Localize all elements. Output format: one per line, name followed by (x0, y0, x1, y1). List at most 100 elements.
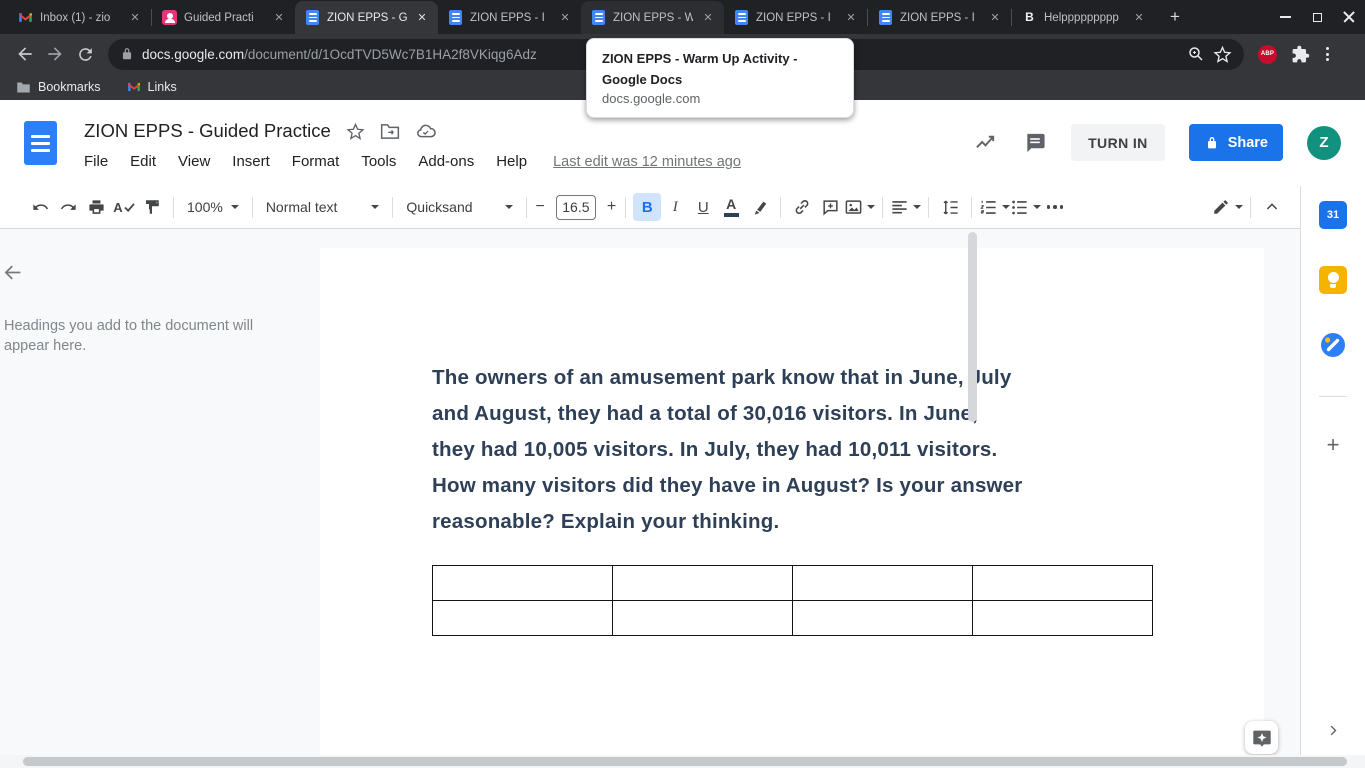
restore-button[interactable] (1301, 0, 1333, 34)
italic-button[interactable]: I (661, 193, 689, 221)
horizontal-scrollbar-thumb[interactable] (23, 757, 1347, 766)
font-value: Quicksand (406, 199, 473, 215)
menu-insert[interactable]: Insert (232, 153, 270, 170)
adblock-extension-icon[interactable]: ABP (1258, 44, 1277, 64)
font-size-value[interactable]: 16.5 (555, 194, 596, 220)
document-paragraph[interactable]: The owners of an amusement park know tha… (432, 360, 1156, 540)
zoom-page-icon[interactable] (1187, 45, 1205, 63)
table-cell[interactable] (792, 600, 973, 636)
minimize-button[interactable] (1269, 0, 1301, 34)
font-select[interactable]: Quicksand (400, 193, 518, 221)
table-cell[interactable] (432, 565, 613, 601)
tasks-icon[interactable] (1319, 331, 1347, 359)
spellcheck-button[interactable]: A (110, 193, 138, 221)
highlight-color-button[interactable] (745, 193, 773, 221)
increase-font-size-button[interactable]: + (605, 198, 618, 216)
zoom-select[interactable]: 100% (181, 193, 245, 221)
table-cell[interactable] (792, 565, 973, 601)
vertical-scrollbar-thumb[interactable] (968, 232, 977, 422)
underline-button[interactable]: U (689, 193, 717, 221)
keep-icon[interactable] (1319, 266, 1347, 294)
turn-in-button[interactable]: TURN IN (1071, 124, 1165, 161)
paragraph-style-select[interactable]: Normal text (260, 193, 386, 221)
collapse-panel-button[interactable] (1326, 723, 1341, 743)
undo-button[interactable] (26, 193, 54, 221)
arrow-left-icon (4, 265, 21, 280)
cloud-saved-icon[interactable] (415, 123, 436, 140)
paragraph-line: reasonable? Explain your thinking. (432, 510, 780, 533)
menu-help[interactable]: Help (496, 153, 527, 170)
tab-guided-practice[interactable]: Guided Practi ✕ (152, 1, 295, 34)
star-doc-icon[interactable] (346, 122, 365, 141)
table-cell[interactable] (612, 565, 793, 601)
tab-close-icon[interactable]: ✕ (843, 10, 859, 26)
print-button[interactable] (82, 193, 110, 221)
calendar-icon[interactable]: 31 (1319, 201, 1347, 229)
doc-title[interactable]: ZION EPPS - Guided Practice (84, 120, 331, 142)
insert-link-button[interactable] (788, 193, 816, 221)
menu-view[interactable]: View (178, 153, 210, 170)
move-folder-icon[interactable] (380, 123, 400, 140)
tab-help[interactable]: B Helppppppppp ✕ (1012, 1, 1155, 34)
bold-button[interactable]: B (633, 193, 662, 221)
tab-close-icon[interactable]: ✕ (414, 10, 430, 26)
tab-zion-epps-4[interactable]: ZION EPPS - I ✕ (724, 1, 867, 34)
menu-addons[interactable]: Add-ons (418, 153, 474, 170)
text-color-button[interactable]: A (717, 193, 745, 221)
redo-button[interactable] (54, 193, 82, 221)
google-docs-logo[interactable] (24, 121, 57, 165)
document-activity-icon[interactable] (972, 131, 999, 154)
table-cell[interactable] (972, 565, 1153, 601)
add-addon-button[interactable]: + (1327, 434, 1340, 456)
tab-close-icon[interactable]: ✕ (271, 10, 287, 26)
tab-close-icon[interactable]: ✕ (1131, 10, 1147, 26)
line-spacing-button[interactable] (936, 193, 964, 221)
numbered-list-button[interactable] (979, 193, 1011, 221)
tab-zion-epps-guided-active[interactable]: ZION EPPS - G ✕ (295, 1, 438, 34)
table-cell[interactable] (432, 600, 613, 636)
decrease-font-size-button[interactable]: − (534, 198, 547, 216)
bulleted-list-button[interactable] (1010, 193, 1042, 221)
tab-zion-epps-5[interactable]: ZION EPPS - I ✕ (868, 1, 1011, 34)
hide-menus-button[interactable] (1258, 193, 1286, 221)
new-tab-button[interactable]: + (1161, 3, 1189, 31)
menu-file[interactable]: File (84, 153, 108, 170)
forward-button[interactable] (40, 39, 70, 69)
bookmark-star-icon[interactable] (1213, 45, 1232, 64)
menu-format[interactable]: Format (292, 153, 340, 170)
align-button[interactable] (890, 193, 922, 221)
back-button[interactable] (10, 39, 40, 69)
chrome-menu-icon[interactable] (1324, 45, 1331, 63)
tab-gmail-inbox[interactable]: Inbox (1) - zio ✕ (8, 1, 151, 34)
tab-zion-epps-2[interactable]: ZION EPPS - I ✕ (438, 1, 581, 34)
horizontal-scrollbar[interactable] (0, 755, 1365, 768)
extensions-puzzle-icon[interactable] (1291, 45, 1310, 64)
table-cell[interactable] (612, 600, 793, 636)
tab-zion-epps-warmup-hovered[interactable]: ZION EPPS - W ✕ (581, 1, 724, 34)
tab-close-icon[interactable]: ✕ (127, 10, 143, 26)
share-button[interactable]: Share (1188, 124, 1283, 161)
menu-edit[interactable]: Edit (130, 153, 156, 170)
close-window-button[interactable] (1333, 0, 1365, 34)
more-options-button[interactable] (1041, 193, 1069, 221)
add-comment-button[interactable] (816, 193, 844, 221)
tab-close-icon[interactable]: ✕ (557, 10, 573, 26)
explore-button[interactable] (1245, 721, 1278, 754)
tooltip-title: ZION EPPS - Warm Up Activity - Google Do… (602, 51, 798, 87)
comments-icon[interactable] (1023, 131, 1047, 154)
bookmark-links[interactable]: Links (127, 80, 177, 94)
tab-close-icon[interactable]: ✕ (987, 10, 1003, 26)
insert-image-button[interactable] (844, 193, 876, 221)
last-edit-link[interactable]: Last edit was 12 minutes ago (553, 154, 741, 170)
account-avatar[interactable]: Z (1307, 125, 1341, 160)
document-page[interactable]: The owners of an amusement park know tha… (320, 248, 1264, 755)
paint-format-button[interactable] (138, 193, 166, 221)
bookmark-folder-bookmarks[interactable]: Bookmarks (16, 80, 101, 94)
editing-mode-button[interactable] (1212, 193, 1243, 221)
table-cell[interactable] (972, 600, 1153, 636)
tab-close-icon[interactable]: ✕ (700, 10, 716, 26)
reload-button[interactable] (70, 39, 100, 69)
menu-tools[interactable]: Tools (361, 153, 396, 170)
document-table (432, 565, 1153, 636)
outline-back-button[interactable] (2, 262, 23, 288)
